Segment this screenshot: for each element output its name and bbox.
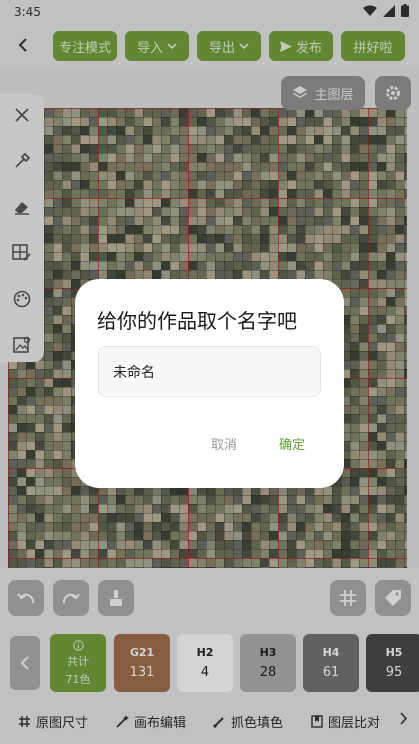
dialog-title: 给你的作品取个名字吧 [97,309,297,333]
name-artwork-dialog: 给你的作品取个名字吧 取消 确定 [75,279,344,488]
artwork-name-input[interactable] [98,346,321,397]
confirm-button[interactable]: 确定 [269,429,315,457]
cancel-button[interactable]: 取消 [201,429,247,457]
